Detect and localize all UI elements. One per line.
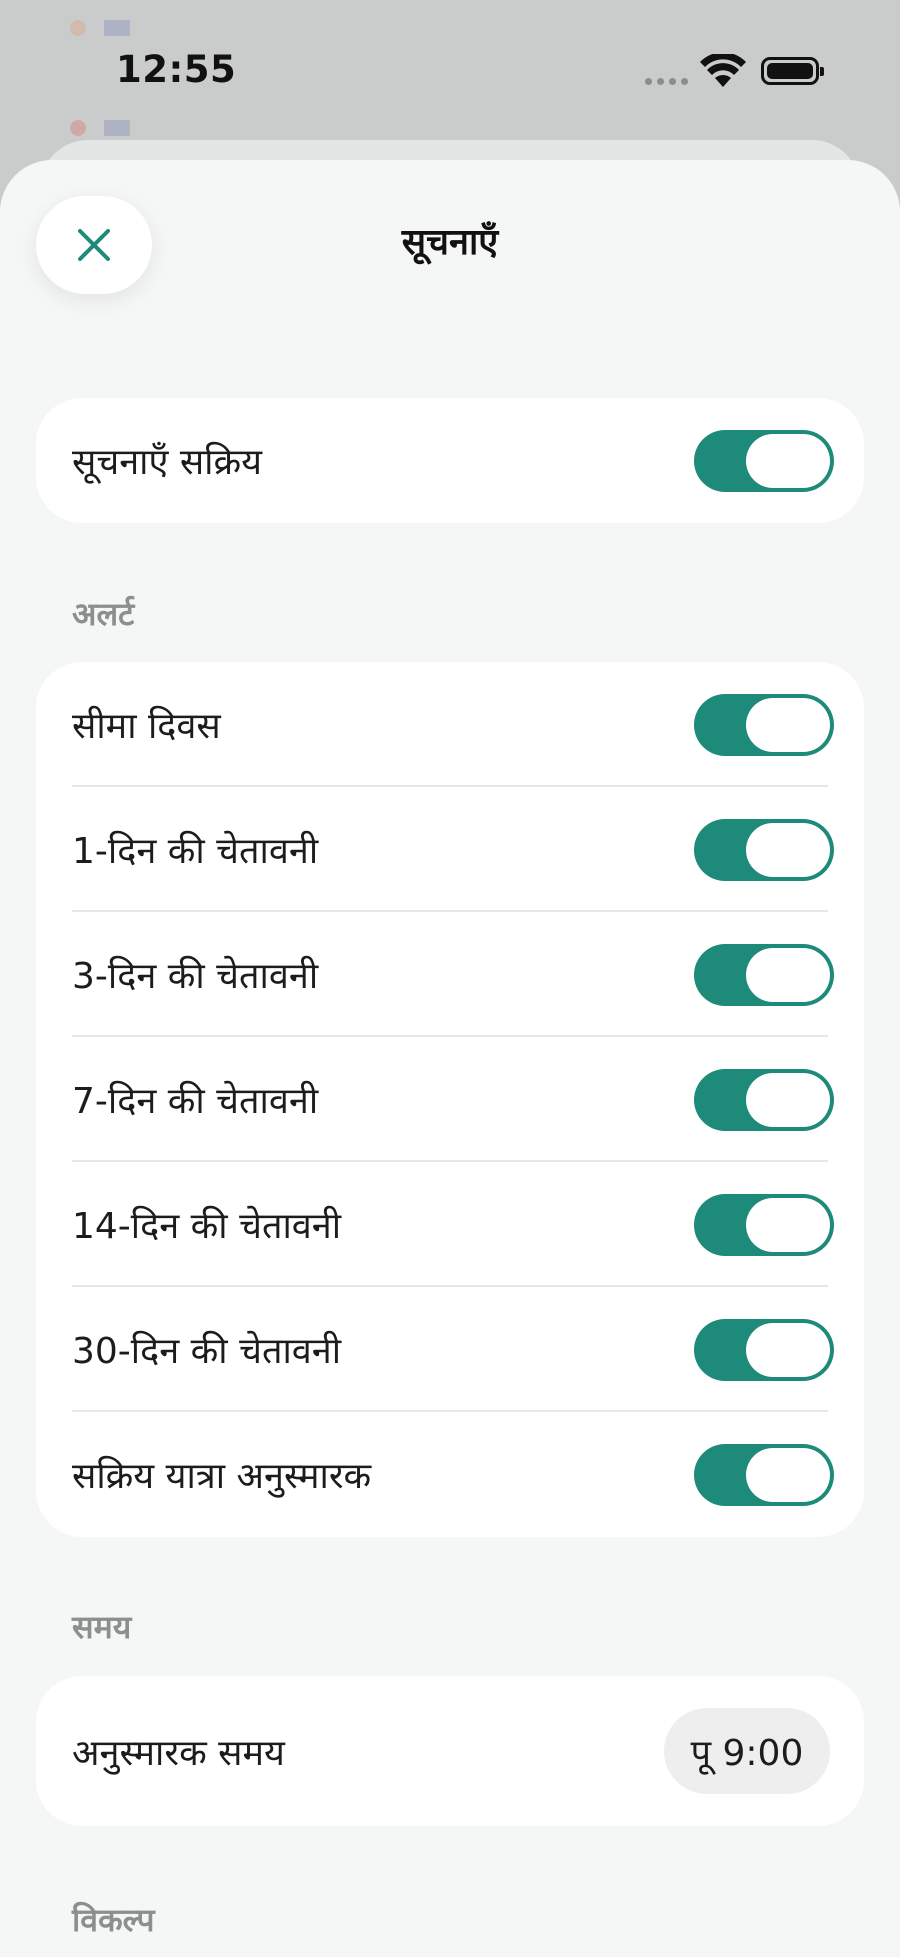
- notifications-enabled-label: सूचनाएँ सक्रिय: [72, 442, 263, 483]
- toggle-knob: [746, 433, 830, 488]
- toggle-knob: [746, 1322, 830, 1377]
- alert-toggle-active-trip-reminder[interactable]: [694, 1443, 834, 1506]
- reminder-time-row: अनुस्मारक समय पू 9:00: [36, 1676, 864, 1826]
- alert-toggle-30-day[interactable]: [694, 1318, 834, 1381]
- alert-row-active-trip-reminder: सक्रिय यात्रा अनुस्मारक: [36, 1412, 864, 1537]
- alert-row-1-day: 1-दिन की चेतावनी: [36, 787, 864, 912]
- wifi-icon: [700, 54, 746, 87]
- alert-label: सीमा दिवस: [72, 706, 221, 747]
- alert-label: 14-दिन की चेतावनी: [72, 1206, 342, 1247]
- cellular-signal-icon: [645, 78, 688, 85]
- alert-toggle-deadline-day[interactable]: [694, 693, 834, 756]
- toggle-knob: [746, 1447, 830, 1502]
- alerts-card: सीमा दिवस 1-दिन की चेतावनी 3-दिन की चेता…: [36, 662, 864, 1537]
- alert-label: सक्रिय यात्रा अनुस्मारक: [72, 1456, 372, 1497]
- alert-label: 30-दिन की चेतावनी: [72, 1331, 342, 1372]
- alerts-section-label: अलर्ट: [72, 595, 135, 633]
- alert-row-30-day: 30-दिन की चेतावनी: [36, 1287, 864, 1412]
- alert-toggle-14-day[interactable]: [694, 1193, 834, 1256]
- toggle-knob: [746, 947, 830, 1002]
- options-section-label: विकल्प: [72, 1901, 155, 1939]
- status-bar: 12:55: [0, 0, 900, 140]
- alert-row-7-day: 7-दिन की चेतावनी: [36, 1037, 864, 1162]
- alert-row-14-day: 14-दिन की चेतावनी: [36, 1162, 864, 1287]
- notifications-enabled-row: सूचनाएँ सक्रिय: [36, 398, 864, 523]
- time-card: अनुस्मारक समय पू 9:00: [36, 1676, 864, 1826]
- toggle-knob: [746, 822, 830, 877]
- sheet-title: सूचनाएँ: [401, 222, 499, 263]
- alert-row-3-day: 3-दिन की चेतावनी: [36, 912, 864, 1037]
- reminder-time-picker[interactable]: पू 9:00: [664, 1708, 830, 1794]
- master-toggle-card: सूचनाएँ सक्रिय: [36, 398, 864, 523]
- alert-toggle-1-day[interactable]: [694, 818, 834, 881]
- alert-toggle-3-day[interactable]: [694, 943, 834, 1006]
- status-time: 12:55: [116, 48, 237, 91]
- toggle-knob: [746, 697, 830, 752]
- reminder-time-label: अनुस्मारक समय: [72, 1732, 285, 1774]
- alert-row-deadline-day: सीमा दिवस: [36, 662, 864, 787]
- notifications-enabled-toggle[interactable]: [694, 429, 834, 492]
- alert-toggle-7-day[interactable]: [694, 1068, 834, 1131]
- alert-label: 1-दिन की चेतावनी: [72, 831, 319, 872]
- time-section-label: समय: [72, 1608, 132, 1646]
- alert-label: 7-दिन की चेतावनी: [72, 1081, 319, 1122]
- toggle-knob: [746, 1197, 830, 1252]
- alert-label: 3-दिन की चेतावनी: [72, 956, 319, 997]
- battery-icon: [761, 57, 824, 85]
- toggle-knob: [746, 1072, 830, 1127]
- notifications-sheet: सूचनाएँ सूचनाएँ सक्रिय अलर्ट सीमा दिवस 1…: [0, 160, 900, 1957]
